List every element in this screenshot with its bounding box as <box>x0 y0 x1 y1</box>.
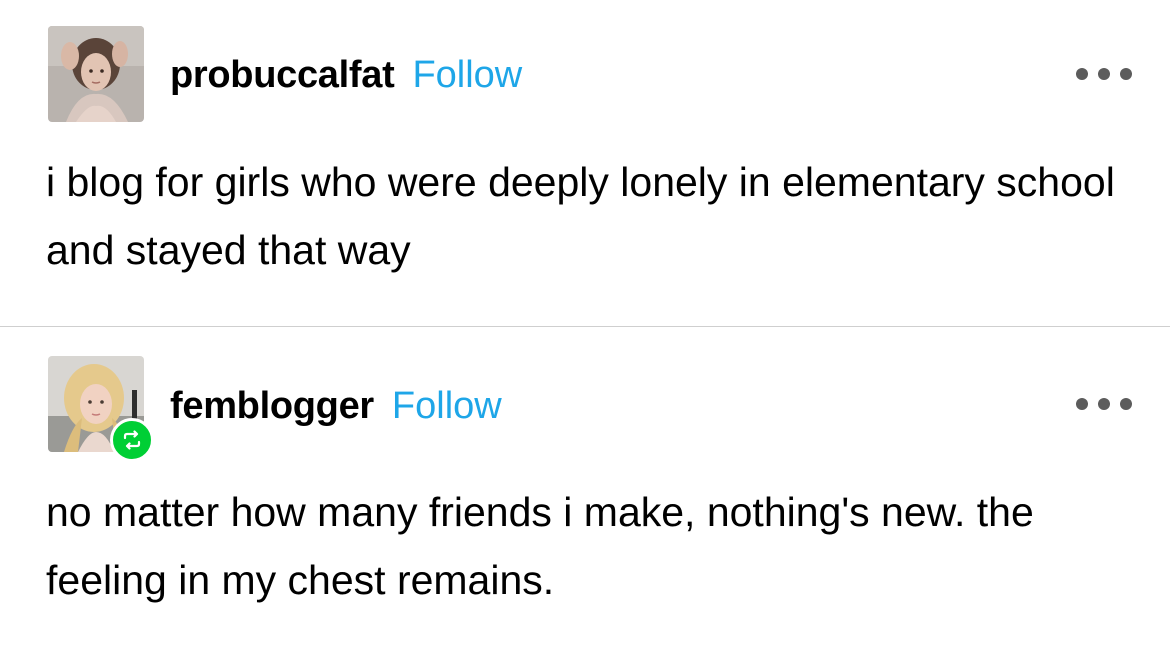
dot <box>1098 68 1110 80</box>
more-options-icon[interactable] <box>1076 394 1132 414</box>
username[interactable]: femblogger <box>170 385 374 428</box>
post-header: femblogger Follow <box>170 385 502 428</box>
dot <box>1120 398 1132 410</box>
follow-button[interactable]: Follow <box>412 54 522 97</box>
dot <box>1120 68 1132 80</box>
post-text: no matter how many friends i make, nothi… <box>46 489 1034 603</box>
post: probuccalfat Follow i blog for girls who… <box>0 0 1170 326</box>
dot <box>1076 68 1088 80</box>
avatar[interactable] <box>48 26 144 122</box>
reblog-icon <box>110 418 154 462</box>
dot <box>1076 398 1088 410</box>
username[interactable]: probuccalfat <box>170 54 395 97</box>
post: femblogger Follow no matter how many fri… <box>0 327 1170 647</box>
post-text: i blog for girls who were deeply lonely … <box>46 159 1115 273</box>
post-header: probuccalfat Follow <box>170 54 522 97</box>
dot <box>1098 398 1110 410</box>
more-options-icon[interactable] <box>1076 64 1132 84</box>
follow-button[interactable]: Follow <box>392 385 502 428</box>
